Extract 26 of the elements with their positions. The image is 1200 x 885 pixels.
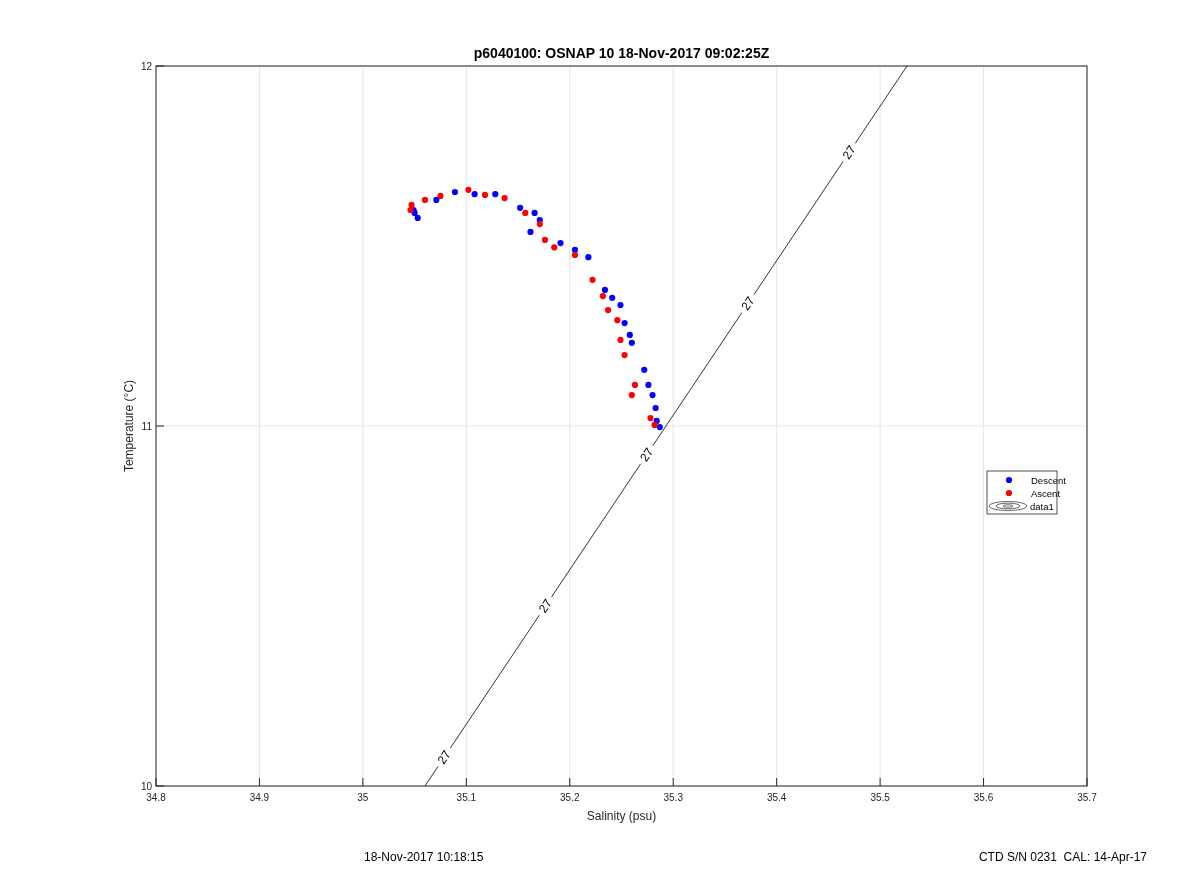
calibration-text: CTD S/N 0231 CAL: 14-Apr-17 [978, 850, 1147, 864]
x-tick-label: 35.6 [973, 792, 994, 803]
x-axis-label: Salinity (psu) [586, 809, 657, 823]
contour-label: 27 [637, 445, 657, 465]
legend-label: Descent [1031, 474, 1066, 486]
contour-label: 27 [535, 596, 555, 616]
x-tick-label: 35.4 [766, 792, 787, 803]
y-tick-label: 12 [140, 61, 152, 72]
x-tick-label: 35.5 [870, 792, 890, 803]
x-tick-label: 35.3 [663, 792, 683, 803]
x-tick-label: 34.9 [249, 792, 270, 803]
x-tick-label: 35 [357, 792, 369, 803]
contour-label: 27 [434, 747, 454, 767]
x-tick-label: 34.8 [146, 792, 166, 803]
contour-label: 27 [839, 142, 859, 162]
chart-title: p6040100: OSNAP 10 18-Nov-2017 09:02:25Z [473, 45, 770, 61]
y-tick-label: 11 [141, 421, 152, 432]
x-tick-label: 35.1 [456, 792, 477, 803]
legend-label: data1 [1030, 500, 1054, 512]
timestamp-text: 18-Nov-2017 10:18:15 [364, 850, 484, 864]
legend-label: Ascent [1031, 487, 1061, 499]
contour-label: 27 [738, 294, 758, 314]
y-axis-label: Temperature (°C) [122, 379, 136, 473]
x-tick-label: 35.2 [560, 792, 580, 803]
y-tick-label: 10 [140, 781, 152, 792]
x-tick-label: 35.7 [1077, 792, 1097, 803]
